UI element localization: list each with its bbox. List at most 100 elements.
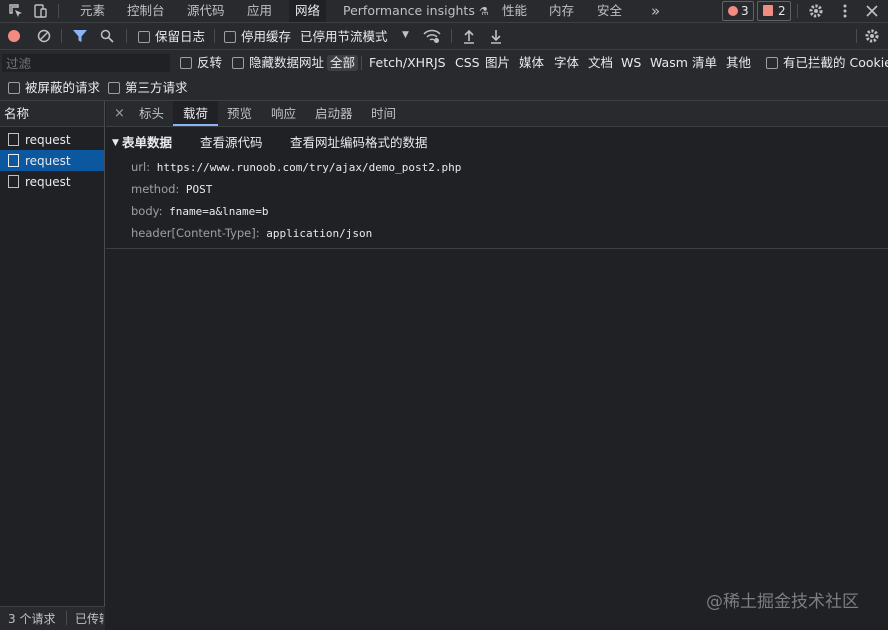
- type-filter-doc[interactable]: 文档: [588, 55, 613, 71]
- form-field-row: url: https://www.runoob.com/try/ajax/dem…: [131, 160, 461, 174]
- type-filter-all[interactable]: 全部: [327, 55, 359, 71]
- disable-cache-label: 停用缓存: [241, 29, 292, 44]
- search-icon[interactable]: [100, 29, 114, 43]
- divider: [66, 611, 67, 625]
- request-row-selected[interactable]: request: [0, 150, 104, 171]
- divider: [214, 29, 215, 43]
- network-toolbar: 保留日志 停用缓存 已停用节流模式 ▼: [0, 23, 888, 50]
- import-har-icon[interactable]: [462, 28, 476, 44]
- field-value: https://www.runoob.com/try/ajax/demo_pos…: [156, 161, 462, 174]
- hide-data-urls-label: 隐藏数据网址: [249, 55, 325, 70]
- divider: [856, 29, 857, 43]
- field-key: body:: [131, 204, 163, 218]
- tab-security[interactable]: 安全: [597, 0, 622, 22]
- invert-checkbox[interactable]: [180, 57, 192, 69]
- divider: [797, 4, 798, 18]
- field-key: url:: [131, 160, 151, 174]
- tab-console[interactable]: 控制台: [127, 0, 165, 22]
- name-column-label: 名称: [4, 106, 30, 121]
- preserve-log-label: 保留日志: [155, 29, 206, 44]
- status-bar: 3 个请求 已传输: [0, 606, 105, 630]
- network-settings-gear-icon[interactable]: [864, 28, 880, 44]
- form-field-row: method: POST: [131, 182, 212, 196]
- more-tabs-icon[interactable]: »: [651, 0, 660, 22]
- request-row[interactable]: request: [0, 129, 104, 150]
- tab-application[interactable]: 应用: [247, 0, 272, 22]
- tab-headers[interactable]: 标头: [139, 101, 164, 126]
- type-filter-fetch-xhr[interactable]: Fetch/XHR: [369, 55, 434, 71]
- close-devtools-icon[interactable]: [864, 3, 880, 19]
- filter-input[interactable]: [2, 54, 170, 72]
- tab-sources[interactable]: 源代码: [187, 0, 225, 22]
- tab-performance-insights[interactable]: Performance insights ⚗: [343, 0, 489, 22]
- transferred-size: 已传输: [75, 612, 104, 626]
- error-icon: [728, 6, 738, 16]
- tab-preview[interactable]: 预览: [227, 101, 252, 126]
- disable-cache-checkbox[interactable]: [224, 31, 236, 43]
- requests-count: 3 个请求: [8, 612, 56, 626]
- type-filter-wasm[interactable]: Wasm: [650, 55, 688, 71]
- divider: [126, 29, 127, 43]
- form-data-title[interactable]: 表单数据: [122, 136, 172, 150]
- request-row[interactable]: request: [0, 171, 104, 192]
- tab-timing[interactable]: 时间: [371, 101, 396, 126]
- field-value: fname=a&lname=b: [169, 205, 269, 218]
- flask-icon: ⚗: [478, 5, 489, 18]
- hide-data-urls-checkbox[interactable]: [232, 57, 244, 69]
- blocked-cookies-checkbox[interactable]: [766, 57, 778, 69]
- devtools-tab-bar: 元素 控制台 源代码 应用 网络 Performance insights ⚗ …: [0, 0, 888, 23]
- network-conditions-wifi-icon[interactable]: [423, 28, 441, 44]
- inspect-element-icon[interactable]: [8, 3, 24, 19]
- tab-initiator[interactable]: 启动器: [315, 101, 353, 126]
- errors-badge[interactable]: 3: [722, 1, 754, 21]
- clear-icon[interactable]: [37, 29, 51, 43]
- settings-gear-icon[interactable]: [808, 3, 824, 19]
- type-filter-font[interactable]: 字体: [554, 55, 579, 71]
- throttling-select[interactable]: 已停用节流模式: [300, 30, 388, 44]
- type-filter-media[interactable]: 媒体: [519, 55, 544, 71]
- blocked-requests-label: 被屏蔽的请求: [25, 80, 101, 95]
- tab-elements[interactable]: 元素: [80, 0, 105, 22]
- divider: [58, 4, 59, 18]
- view-source-link[interactable]: 查看源代码: [200, 136, 263, 150]
- tab-network[interactable]: 网络: [289, 0, 327, 22]
- third-party-checkbox[interactable]: [108, 82, 120, 94]
- filter-icon[interactable]: [72, 29, 88, 43]
- tab-payload[interactable]: 载荷: [173, 101, 219, 126]
- type-filter-other[interactable]: 其他: [726, 55, 751, 71]
- request-name: request: [25, 133, 71, 147]
- export-har-icon[interactable]: [489, 28, 503, 44]
- filter-bar: 反转 隐藏数据网址 全部 Fetch/XHR JS CSS 图片 媒体 字体 文…: [0, 50, 888, 101]
- name-column-header[interactable]: 名称: [0, 101, 104, 127]
- tab-memory[interactable]: 内存: [549, 0, 574, 22]
- issues-badge[interactable]: 2: [757, 1, 791, 21]
- blocked-requests-checkbox[interactable]: [8, 82, 20, 94]
- invert-label: 反转: [197, 55, 223, 70]
- form-field-row: header[Content-Type]: application/json: [131, 226, 372, 240]
- record-icon[interactable]: [8, 30, 20, 42]
- type-filter-img[interactable]: 图片: [485, 55, 510, 71]
- preserve-log-checkbox[interactable]: [138, 31, 150, 43]
- divider: [361, 56, 362, 70]
- field-key: header[Content-Type]:: [131, 226, 260, 240]
- field-value: POST: [185, 183, 213, 196]
- field-key: method:: [131, 182, 180, 196]
- document-icon: [8, 133, 19, 146]
- type-filter-js[interactable]: JS: [434, 55, 446, 71]
- field-value: application/json: [266, 227, 373, 240]
- type-filter-manifest[interactable]: 清单: [692, 55, 717, 71]
- view-url-encoded-link[interactable]: 查看网址编码格式的数据: [290, 136, 428, 150]
- more-options-icon[interactable]: [837, 3, 853, 19]
- type-filter-ws[interactable]: WS: [621, 55, 641, 71]
- device-toolbar-icon[interactable]: [32, 3, 48, 19]
- request-list: 名称 request request request: [0, 101, 105, 606]
- tab-response[interactable]: 响应: [271, 101, 296, 126]
- expand-triangle-icon[interactable]: ▼: [112, 138, 119, 148]
- type-filter-css[interactable]: CSS: [455, 55, 480, 71]
- chevron-down-icon[interactable]: ▼: [402, 30, 409, 40]
- issues-count: 2: [778, 4, 786, 18]
- third-party-label: 第三方请求: [125, 80, 188, 95]
- form-field-row: body: fname=a&lname=b: [131, 204, 268, 218]
- tab-performance[interactable]: 性能: [502, 0, 527, 22]
- close-detail-icon[interactable]: ×: [114, 106, 125, 121]
